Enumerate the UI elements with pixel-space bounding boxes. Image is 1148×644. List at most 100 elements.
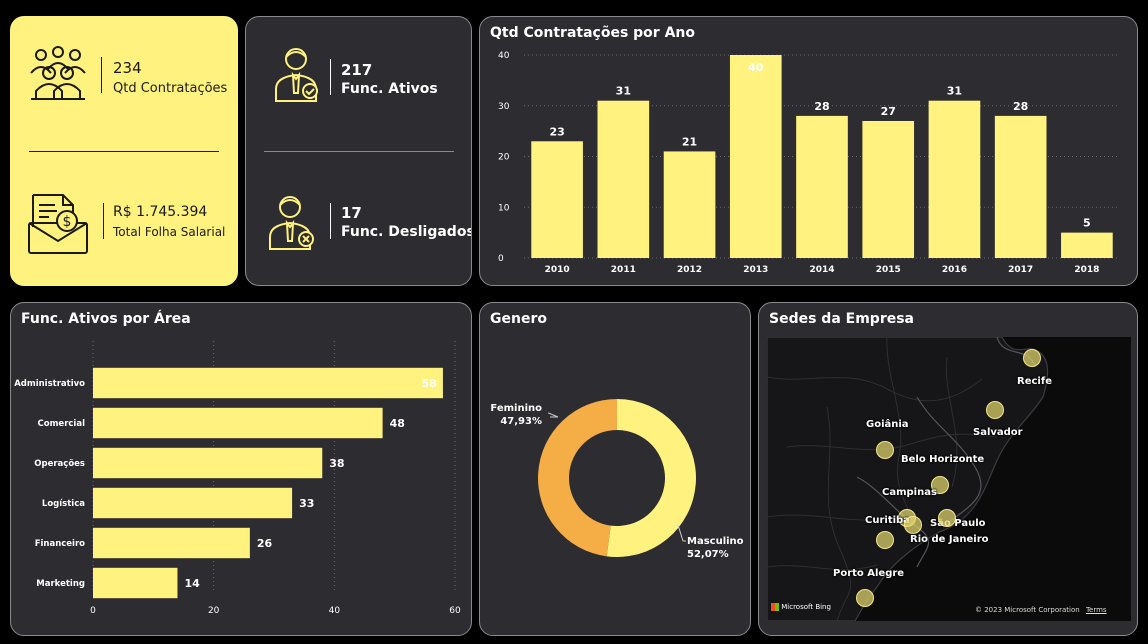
y-tick-label: Comercial <box>38 419 86 429</box>
bar-2016[interactable] <box>928 100 981 258</box>
employee-check-icon <box>275 48 318 102</box>
map-point-porto-alegre[interactable] <box>856 589 874 607</box>
microsoft-logo-icon <box>771 603 779 611</box>
data-label: 26 <box>257 537 273 550</box>
bar-Comercial[interactable] <box>93 407 383 439</box>
bar-2018[interactable] <box>1061 232 1113 258</box>
x-tick-label: 60 <box>449 606 461 616</box>
x-tick-label: 0 <box>90 606 96 616</box>
map-point-curitiba[interactable] <box>876 531 894 549</box>
map-label-porto-alegre: Porto Alegre <box>833 568 905 579</box>
map-point-sao-paulo[interactable] <box>904 516 922 534</box>
kpi-desligados-label: Func. Desligados <box>341 224 472 240</box>
data-label: 27 <box>881 105 896 118</box>
kpi-folha-value: R$ 1.745.394 <box>113 204 208 220</box>
map-attribution: © 2023 Microsoft Corporation Terms <box>975 606 1107 614</box>
kpi-ativos-label: Func. Ativos <box>341 81 438 97</box>
group-people-icon <box>30 46 86 100</box>
data-label: 28 <box>1013 100 1028 113</box>
chart-gender-svg: Feminino 47,93% Masculino 52,07% <box>490 399 744 560</box>
kpi-card-contratacoes: 234 Qtd Contratações $ R$ 1.745.394 Tota… <box>10 16 238 286</box>
y-tick-label: Financeiro <box>35 539 85 549</box>
y-tick-label: Marketing <box>36 579 85 589</box>
data-label: 31 <box>616 85 631 98</box>
x-tick-label: 2016 <box>942 265 967 275</box>
map-label-belo-horizonte: Belo Horizonte <box>901 454 985 465</box>
x-tick-label: 2013 <box>743 265 768 275</box>
kpi-contratacoes-value: 234 <box>113 59 142 77</box>
x-tick-label: 20 <box>208 606 220 616</box>
slice-value: 47,93% <box>500 416 542 427</box>
x-tick-label: 2011 <box>611 265 636 275</box>
bar-2010[interactable] <box>531 141 583 258</box>
bar-Operações[interactable] <box>93 447 323 479</box>
bar-2012[interactable] <box>663 151 716 258</box>
map-terms-link[interactable]: Terms <box>1086 606 1107 614</box>
slice-label: Feminino <box>490 403 542 414</box>
y-tick-label: Logística <box>42 499 85 509</box>
bing-logo: Microsoft Bing <box>771 603 831 611</box>
bar-Administrativo[interactable] <box>93 367 443 399</box>
y-tick-label: 10 <box>498 203 510 213</box>
bar-2013[interactable] <box>729 55 782 258</box>
y-tick-label: Administrativo <box>14 379 85 389</box>
map-point-salvador[interactable] <box>986 401 1004 419</box>
data-label: 58 <box>422 377 437 390</box>
bar-Financeiro[interactable] <box>93 527 250 559</box>
leader-line <box>677 524 686 542</box>
data-label: 21 <box>682 135 697 148</box>
map-label-goiania: Goiânia <box>866 419 909 430</box>
map-borders <box>767 337 1049 621</box>
data-label: 33 <box>299 497 314 510</box>
x-tick-label: 2015 <box>876 265 901 275</box>
data-label: 5 <box>1083 217 1091 230</box>
payroll-envelope-icon: $ <box>28 194 88 254</box>
map-label-recife: Recife <box>1017 376 1052 387</box>
kpi-ativos-value: 217 <box>341 61 373 79</box>
kpi-contratacoes-label: Qtd Contratações <box>113 81 228 96</box>
chart-genero: Genero Feminino 47,93% Masculino 52,07% <box>479 302 751 636</box>
map-label-rio-de-janeiro: Rio de Janeiro <box>910 534 989 545</box>
employee-cross-icon <box>269 196 314 250</box>
x-tick-label: 2010 <box>545 265 570 275</box>
map-sedes: Sedes da Empresa Recife Salvador Goiânia… <box>758 302 1138 636</box>
map-point-recife[interactable] <box>1023 349 1041 367</box>
y-tick-label: 0 <box>498 254 504 264</box>
data-label: 38 <box>329 457 344 470</box>
x-tick-label: 2017 <box>1008 265 1033 275</box>
bar-2017[interactable] <box>994 115 1047 259</box>
map-point-rio-de-janeiro[interactable] <box>938 509 956 527</box>
data-label: 28 <box>814 100 829 113</box>
kpi-divider <box>264 151 454 152</box>
bar-Marketing[interactable] <box>93 567 178 599</box>
bar-2015[interactable] <box>862 120 915 258</box>
slice-Feminino[interactable] <box>538 399 617 557</box>
chart-contratacoes-ano: Qtd Contratações por Ano 0 10 20 30 40 23 2010… <box>479 16 1138 286</box>
y-tick-label: Operações <box>34 459 85 469</box>
data-label: 48 <box>390 417 405 430</box>
y-tick-label: 20 <box>498 153 510 163</box>
bar-2011[interactable] <box>597 100 650 258</box>
map-canvas[interactable]: Recife Salvador Goiânia Belo Horizonte C… <box>767 337 1131 621</box>
bar-2014[interactable] <box>796 115 848 259</box>
svg-text:$: $ <box>63 214 72 230</box>
kpi-folha-label: Total Folha Salarial <box>113 225 226 239</box>
data-label: 40 <box>748 61 764 74</box>
x-tick-label: 2014 <box>809 265 834 275</box>
map-point-goiania[interactable] <box>876 441 894 459</box>
y-tick-label: 40 <box>498 51 510 61</box>
bar-Logística[interactable] <box>93 487 293 519</box>
x-tick-label: 40 <box>329 606 341 616</box>
data-label: 23 <box>549 125 564 138</box>
slice-Masculino[interactable] <box>606 399 697 557</box>
data-label: 14 <box>184 577 200 590</box>
map-title: Sedes da Empresa <box>769 311 914 327</box>
map-brand: Microsoft Bing <box>781 603 831 611</box>
kpi-desligados-value: 17 <box>341 204 362 222</box>
slice-value: 52,07% <box>687 549 729 560</box>
map-label-salvador: Salvador <box>973 427 1023 438</box>
kpi-divider <box>29 151 219 152</box>
x-tick-label: 2012 <box>677 265 702 275</box>
data-label: 31 <box>947 85 962 98</box>
chart-area-svg: 0 20 40 60 Administrativo 58 Comercial 48 Operaç… <box>14 341 461 616</box>
